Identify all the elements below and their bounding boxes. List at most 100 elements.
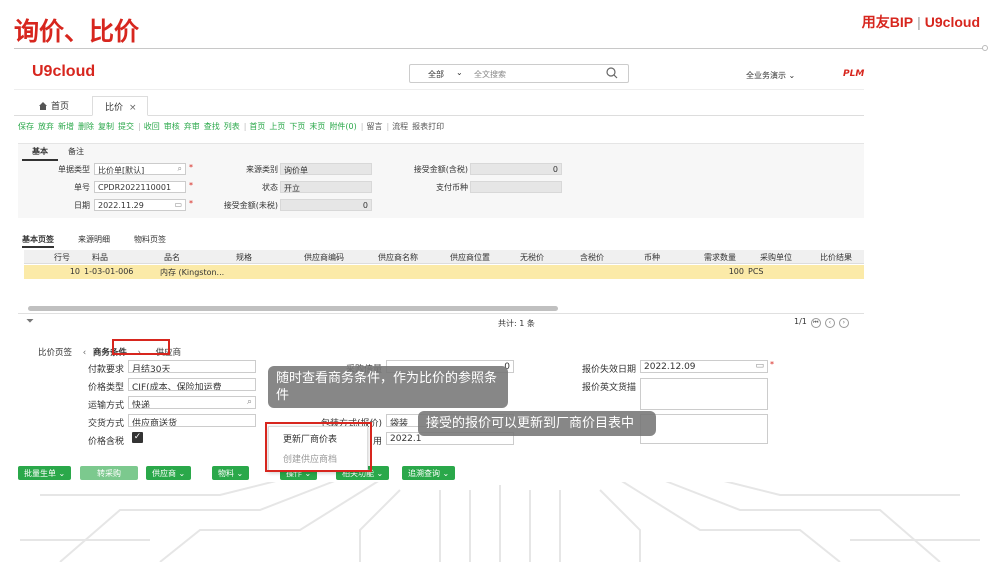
source-type-label: 来源类别	[246, 165, 278, 174]
column-header[interactable]: 需求数量	[704, 252, 736, 263]
batch-generate-button[interactable]: 批量生单 ⌄	[18, 466, 72, 480]
doc-type-field[interactable]: 比价单[默认] ⌕	[94, 163, 186, 175]
accept-amount-untaxed-field[interactable]: 0	[280, 199, 372, 211]
date-value: 2022.11.29	[98, 201, 144, 210]
date-field[interactable]: 2022.11.29 ▭	[94, 199, 186, 211]
toolbar-item[interactable]: 提交	[118, 122, 134, 131]
toolbar-item[interactable]: 保存	[18, 122, 34, 131]
cell-unit: PCS	[748, 267, 764, 276]
column-header[interactable]: 供应商位置	[450, 252, 490, 263]
date-label: 日期	[74, 201, 90, 210]
plm-link[interactable]: PLM	[843, 69, 864, 79]
brand-bip: 用友BIP	[861, 14, 914, 30]
tab-basic[interactable]: 基本	[22, 146, 58, 161]
column-header[interactable]: 料品	[92, 252, 108, 263]
header-rule-dot	[982, 45, 988, 51]
tax-included-checkbox[interactable]: ✓	[132, 432, 143, 443]
toolbar-item[interactable]: 审核	[164, 122, 180, 131]
column-header[interactable]: 供应商编码	[304, 252, 344, 263]
status-label: 状态	[262, 183, 278, 192]
global-search[interactable]: 全部 ⌄ 全文搜索	[409, 64, 629, 83]
prev-page-icon[interactable]: ‹	[824, 318, 835, 328]
quote-en-desc-field[interactable]	[640, 378, 768, 410]
supplier-button[interactable]: 供应商 ⌄	[146, 466, 192, 480]
column-header[interactable]: 供应商名称	[378, 252, 418, 263]
material-button[interactable]: 物料 ⌄	[212, 466, 250, 480]
column-header[interactable]: 无税价	[520, 252, 544, 263]
column-header[interactable]: 币种	[644, 252, 660, 263]
source-type-field[interactable]: 询价单	[280, 163, 372, 175]
table-row[interactable]: 10 1-03-01-006 内存 (Kingston... 100 PCS	[24, 265, 864, 279]
tab-remark[interactable]: 备注	[58, 146, 94, 157]
toolbar-item[interactable]: 复制	[98, 122, 114, 131]
payment-label: 付款要求	[87, 365, 124, 375]
toolbar-item[interactable]: 下页	[289, 122, 305, 131]
toolbar-item[interactable]: 删除	[78, 122, 94, 131]
filter-icon[interactable]: ⏷	[26, 316, 34, 327]
brand-separator: |	[917, 14, 921, 30]
trace-query-button[interactable]: 追溯查询 ⌄	[402, 466, 456, 480]
payment-field[interactable]: 月结30天	[128, 360, 256, 373]
header-rule	[14, 48, 986, 49]
toolbar-item[interactable]: 流程	[392, 122, 408, 131]
toolbar-item[interactable]: 上页	[269, 122, 285, 131]
toolbar-item[interactable]: 收回	[144, 122, 160, 131]
next-page-icon[interactable]: ›	[838, 318, 849, 328]
highlight-dropdown	[265, 422, 372, 472]
toolbar-item[interactable]: 报表打印	[412, 122, 444, 131]
accept-amount-taxed-field[interactable]: 0	[470, 163, 562, 175]
grid-footer: ⏷ 共计: 1 条 1/1 ⏮ ‹ ›	[18, 313, 864, 329]
column-header[interactable]: 规格	[236, 252, 252, 263]
toolbar-item[interactable]: 留言	[366, 122, 382, 131]
status-field[interactable]: 开立	[280, 181, 372, 193]
toolbar-item[interactable]: 首页	[249, 122, 265, 131]
chevron-down-icon[interactable]: ⌄	[456, 68, 463, 77]
transport-field[interactable]: 快递 ⌕	[128, 396, 256, 409]
toolbar-item[interactable]: 末页	[309, 122, 325, 131]
tab-home[interactable]: 首页	[38, 99, 69, 112]
doc-no-label: 单号	[74, 183, 90, 192]
price-type-field[interactable]: CIF(成本、保险加运费	[128, 378, 256, 391]
tab-compare[interactable]: 比价 ×	[92, 96, 148, 116]
tab-compare-page[interactable]: 比价页签	[38, 348, 72, 358]
to-purchase-button[interactable]: 转采购	[80, 466, 138, 480]
close-icon[interactable]: ×	[129, 103, 137, 113]
toolbar-item[interactable]: 放弃	[38, 122, 54, 131]
slide-title: 询价、比价	[14, 17, 140, 46]
quote-expiry-field[interactable]: 2022.12.09 ▭	[640, 360, 768, 373]
toolbar-item[interactable]: 查找	[204, 122, 220, 131]
home-icon	[39, 102, 47, 110]
tab-material-page[interactable]: 物料页签	[134, 235, 166, 244]
business-demo-selector[interactable]: 全业务演示 ⌄	[746, 70, 795, 81]
horizontal-scrollbar[interactable]	[28, 306, 558, 311]
toolbar-divider: |	[243, 122, 247, 131]
toolbar-item[interactable]: 新增	[58, 122, 74, 131]
column-header[interactable]: 比价结果	[820, 252, 852, 263]
tab-source-detail[interactable]: 来源明细	[78, 235, 110, 244]
toolbar-item[interactable]: 附件(0)	[329, 122, 356, 131]
tax-included-label: 价格含税	[87, 437, 124, 447]
calendar-icon[interactable]: ▭	[174, 200, 182, 209]
doc-no-field[interactable]: CPDR2022110001	[94, 181, 186, 193]
currency-field[interactable]	[470, 181, 562, 193]
search-icon[interactable]	[606, 67, 618, 79]
calendar-icon[interactable]: ▭	[755, 361, 764, 371]
column-header[interactable]: 行号	[54, 252, 70, 263]
app-top-bar: U9cloud 全部 ⌄ 全文搜索 全业务演示 ⌄ PLM	[14, 58, 864, 90]
toolbar-item[interactable]: 弃审	[184, 122, 200, 131]
cell-qty: 100	[728, 267, 744, 276]
search-input[interactable]: 全文搜索	[474, 69, 506, 80]
column-header[interactable]: 采购单位	[760, 252, 792, 263]
chevron-left-icon[interactable]: ‹	[83, 348, 86, 358]
first-page-icon[interactable]: ⏮	[810, 318, 821, 328]
search-scope[interactable]: 全部	[428, 69, 444, 80]
remark-field[interactable]	[640, 414, 768, 444]
search-icon[interactable]: ⌕	[247, 397, 252, 407]
tab-basic-page[interactable]: 基本页签	[22, 235, 54, 248]
toolbar-item[interactable]: 列表	[224, 122, 240, 131]
accept-amount-taxed-label: 接受金额(含税)	[413, 165, 468, 174]
search-icon[interactable]: ⌕	[178, 164, 182, 174]
column-header[interactable]: 含税价	[580, 252, 604, 263]
delivery-field[interactable]: 供应商送货	[128, 414, 256, 427]
column-header[interactable]: 品名	[164, 252, 180, 263]
